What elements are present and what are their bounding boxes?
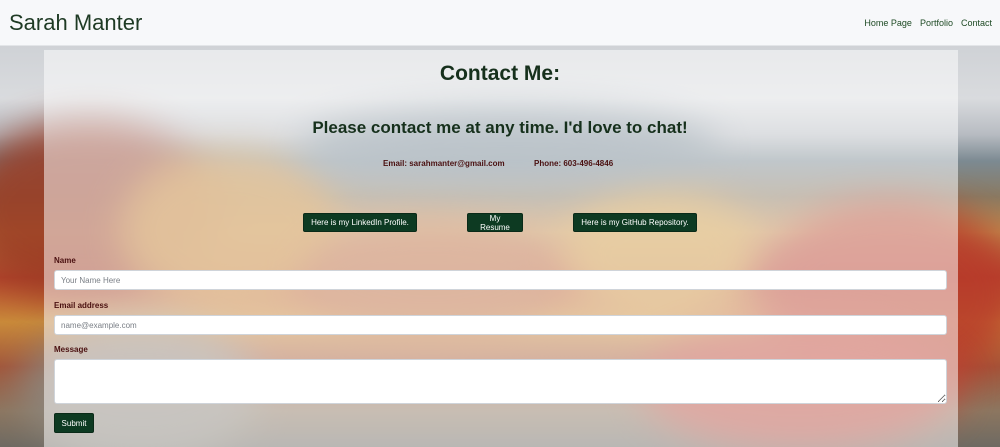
email-label: Email address — [54, 301, 109, 310]
email-input[interactable] — [54, 315, 947, 335]
linkedin-button[interactable]: Here is my LinkedIn Profile. — [303, 213, 417, 232]
message-label: Message — [54, 345, 88, 354]
name-label: Name — [54, 256, 76, 265]
email-text: Email: sarahmanter@gmail.com — [383, 159, 505, 168]
nav-link-portfolio[interactable]: Portfolio — [920, 18, 953, 28]
phone-text: Phone: 603-496-4846 — [534, 159, 614, 168]
name-input[interactable] — [54, 270, 947, 290]
resume-button[interactable]: My Resume — [467, 213, 523, 232]
github-button[interactable]: Here is my GitHub Repository. — [573, 213, 697, 232]
submit-button[interactable]: Submit — [54, 413, 94, 433]
message-textarea[interactable] — [54, 359, 947, 404]
navbar: Sarah Manter Home Page Portfolio Contact — [0, 0, 1000, 46]
brand-title[interactable]: Sarah Manter — [9, 10, 142, 36]
page-subtitle: Please contact me at any time. I'd love … — [312, 118, 688, 137]
nav-links: Home Page Portfolio Contact — [864, 18, 992, 28]
page-title: Contact Me: — [439, 62, 561, 85]
nav-link-home[interactable]: Home Page — [864, 18, 912, 28]
nav-link-contact[interactable]: Contact — [961, 18, 992, 28]
